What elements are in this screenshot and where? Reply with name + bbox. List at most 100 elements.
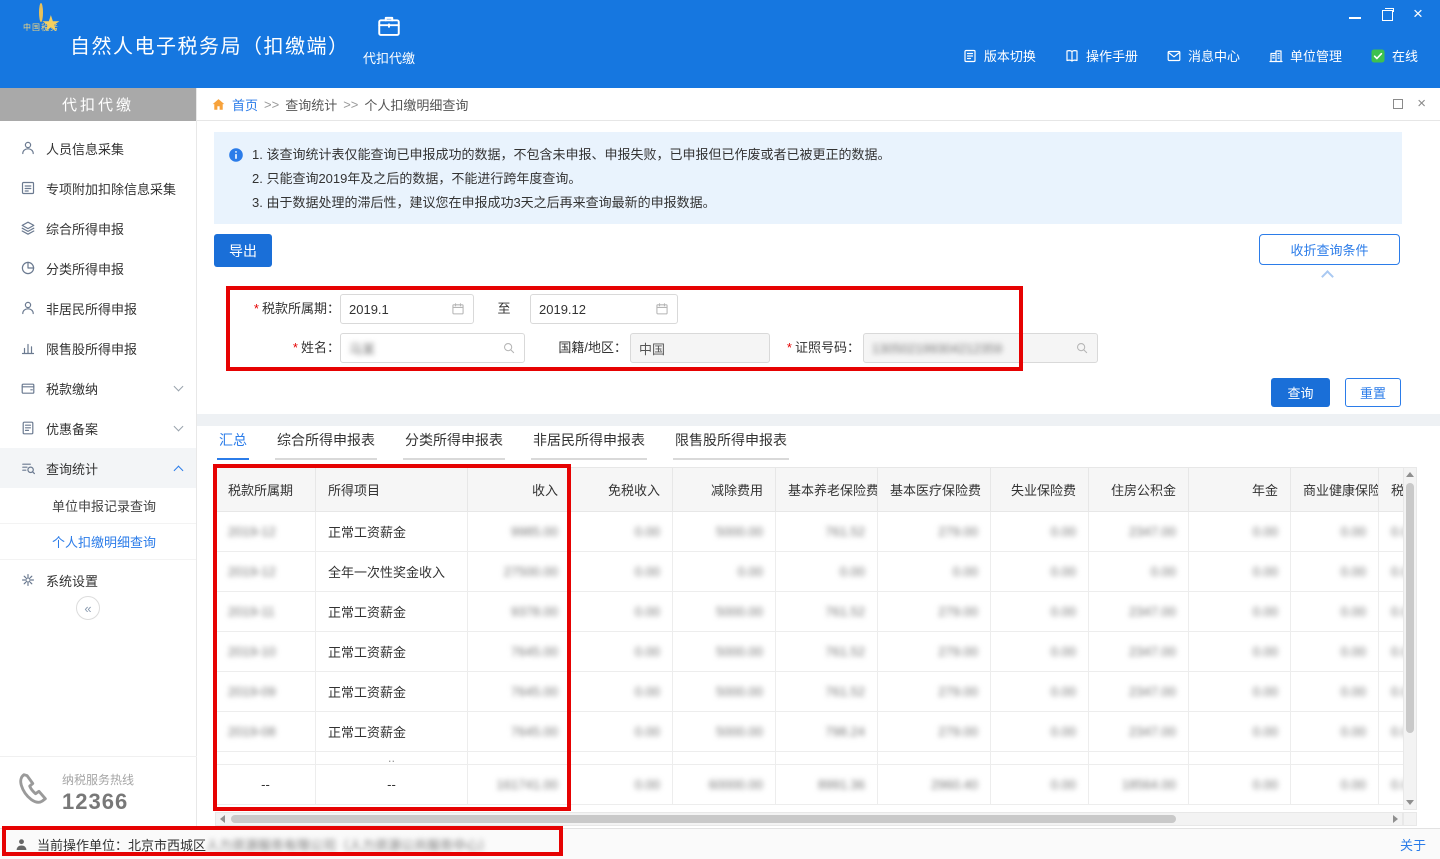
tab-4[interactable]: 限售股所得申报表	[673, 430, 789, 460]
export-button[interactable]: 导出	[214, 234, 272, 267]
pie-chart-icon	[20, 260, 36, 276]
table-cell	[878, 752, 991, 765]
module-tab-label: 代扣代缴	[350, 48, 428, 67]
top-link[interactable]: 消息中心	[1166, 46, 1240, 65]
table-cell: 2347.00	[1089, 712, 1189, 752]
scroll-down-arrow-icon[interactable]	[1404, 796, 1416, 809]
tab-2[interactable]: 分类所得申报表	[403, 430, 505, 460]
table-cell: 279.00	[878, 512, 991, 552]
nationality-value: 中国	[639, 339, 761, 358]
result-tabs: 汇总综合所得申报表分类所得申报表非居民所得申报表限售股所得申报表	[217, 430, 789, 460]
close-icon[interactable]	[1412, 7, 1426, 21]
column-header: 免税收入	[571, 468, 673, 512]
sidebar-item[interactable]: 优惠备案	[0, 408, 196, 448]
document-icon	[20, 420, 36, 436]
briefcase-icon	[376, 13, 402, 41]
current-unit-text: 当前操作单位：北京市西城区人力资源服务有限公司（人力资源公共服务中心）	[37, 835, 492, 854]
current-unit-visible: 北京市西城区	[128, 838, 206, 853]
table-cell: 761.52	[776, 592, 878, 632]
calendar-icon[interactable]	[655, 302, 669, 316]
top-link-label: 在线	[1392, 46, 1418, 65]
name-input[interactable]: 马某	[340, 333, 525, 363]
sidebar-item[interactable]: 非居民所得申报	[0, 288, 196, 328]
vertical-scroll-thumb[interactable]	[1406, 483, 1414, 733]
table-cell	[1089, 752, 1189, 765]
table-cell: 0.00	[1291, 712, 1379, 752]
scroll-up-arrow-icon[interactable]	[1404, 468, 1416, 481]
inner-restore-icon[interactable]	[1393, 99, 1403, 109]
sidebar-item[interactable]: 系统设置	[0, 560, 196, 600]
tab-3[interactable]: 非居民所得申报表	[531, 430, 647, 460]
table-cell: 161741.00	[468, 765, 571, 805]
table-cell: 0.00	[1379, 552, 1404, 592]
top-link[interactable]: 版本切换	[962, 46, 1036, 65]
hotline-panel: 纳税服务热线 12366	[0, 756, 197, 828]
required-mark: *	[254, 301, 259, 316]
table-cell: 2347.00	[1089, 672, 1189, 712]
tab-0[interactable]: 汇总	[217, 430, 249, 460]
restore-icon[interactable]	[1380, 7, 1394, 21]
table-cell: 9985.00	[468, 512, 571, 552]
calendar-icon[interactable]	[451, 302, 465, 316]
table-cell: 2960.40	[878, 765, 991, 805]
period-from-input[interactable]: 2019.1	[340, 294, 474, 324]
table-cell: 5000.00	[673, 512, 776, 552]
table-cell: 279.00	[878, 592, 991, 632]
column-header: 所得项目	[316, 468, 468, 512]
minimize-icon[interactable]	[1348, 7, 1362, 21]
sidebar-subitem-label: 单位申报记录查询	[52, 496, 156, 515]
breadcrumb-separator: >>	[264, 97, 279, 112]
sidebar-collapse-button[interactable]: «	[76, 596, 100, 620]
id-number-input[interactable]: 130502199304212359	[863, 333, 1098, 363]
search-icon[interactable]	[502, 341, 516, 355]
name-label-text: 姓名：	[301, 340, 340, 355]
chevron-down-icon	[174, 421, 184, 431]
table-cell: 0.00	[1291, 512, 1379, 552]
horizontal-scrollbar[interactable]	[215, 812, 1403, 826]
sidebar-item[interactable]: 限售股所得申报	[0, 328, 196, 368]
top-link[interactable]: 操作手册	[1064, 46, 1138, 65]
table-cell: 0.00	[1189, 512, 1291, 552]
sidebar-item[interactable]: 分类所得申报	[0, 248, 196, 288]
inner-close-icon[interactable]	[1417, 99, 1426, 109]
sidebar-item[interactable]: 综合所得申报	[0, 208, 196, 248]
vertical-scrollbar[interactable]	[1403, 467, 1417, 810]
sidebar-header: 代扣代缴	[0, 88, 196, 121]
module-tab-withholding[interactable]: 代扣代缴	[350, 13, 428, 67]
sidebar-subitem[interactable]: 单位申报记录查询	[0, 488, 196, 524]
tab-1[interactable]: 综合所得申报表	[275, 430, 377, 460]
sidebar-item[interactable]: 查询统计	[0, 448, 196, 488]
table-cell: 正常工资薪金	[316, 512, 468, 552]
search-list-icon	[20, 460, 36, 476]
manual-icon	[1064, 48, 1080, 64]
sidebar-subitem[interactable]: 个人扣缴明细查询	[0, 524, 196, 560]
query-button[interactable]: 查询	[1271, 378, 1330, 407]
period-label: *税款所属期：	[227, 294, 340, 324]
column-header: 基本养老保险费	[776, 468, 878, 512]
notice-line-2: 2. 只能查询2019年及之后的数据，不能进行跨年度查询。	[252, 167, 890, 191]
app-header: 中国税务 自然人电子税务局（扣缴端） 代扣代缴 版本切换操作手册消息中心单位管理…	[0, 0, 1440, 88]
hotline-label: 纳税服务热线	[62, 771, 134, 788]
scroll-left-arrow-icon[interactable]	[216, 813, 229, 825]
sidebar-item[interactable]: 人员信息采集	[0, 128, 196, 168]
reset-button[interactable]: 重置	[1345, 378, 1401, 407]
name-label: *姓名：	[273, 333, 340, 363]
period-to-input[interactable]: 2019.12	[530, 294, 678, 324]
search-icon[interactable]	[1075, 341, 1089, 355]
period-from-value: 2019.1	[349, 302, 447, 317]
sidebar-item[interactable]: 专项附加扣除信息采集	[0, 168, 196, 208]
column-header: 减除费用	[673, 468, 776, 512]
table-cell: 正常工资薪金	[316, 592, 468, 632]
scroll-right-arrow-icon[interactable]	[1389, 813, 1402, 825]
table-cell: 279.00	[878, 632, 991, 672]
breadcrumb-home-link[interactable]: 首页	[232, 95, 258, 114]
about-link[interactable]: 关于	[1400, 835, 1426, 854]
top-link[interactable]: 在线	[1370, 46, 1418, 65]
scrollbar-corner	[1403, 812, 1417, 826]
nationality-input[interactable]: 中国	[630, 333, 770, 363]
name-value: 马某	[349, 339, 498, 358]
collapse-filters-button[interactable]: 收折查询条件	[1259, 234, 1400, 265]
horizontal-scroll-thumb[interactable]	[231, 815, 1176, 823]
top-link[interactable]: 单位管理	[1268, 46, 1342, 65]
sidebar-item[interactable]: 税款缴纳	[0, 368, 196, 408]
